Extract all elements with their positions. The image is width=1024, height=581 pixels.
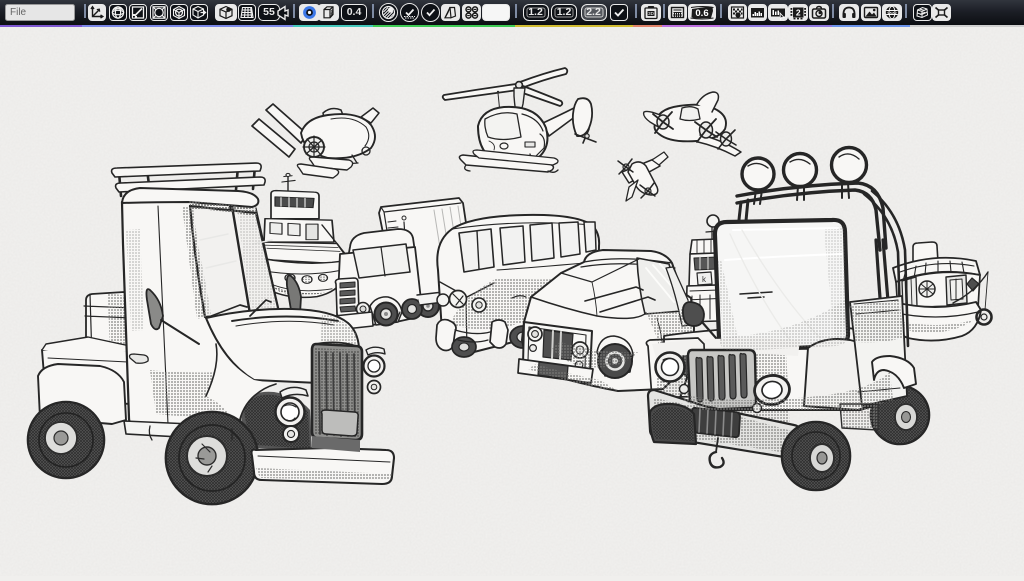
svg-text:0.6: 0.6: [695, 8, 708, 19]
svg-text:2: 2: [795, 7, 800, 17]
svg-text:3D: 3D: [648, 11, 655, 16]
svg-text:www: www: [887, 10, 897, 15]
